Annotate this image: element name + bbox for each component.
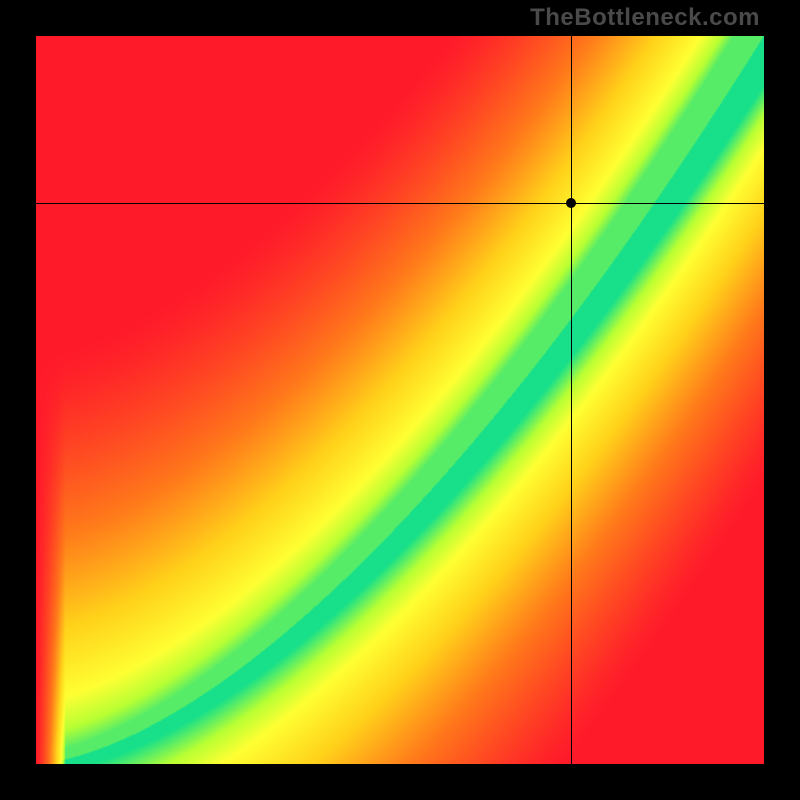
crosshair-vertical (571, 36, 572, 764)
bottleneck-heatmap (36, 36, 764, 764)
chart-frame: TheBottleneck.com (0, 0, 800, 800)
watermark-text: TheBottleneck.com (530, 4, 760, 32)
crosshair-horizontal (36, 203, 764, 204)
selection-marker (566, 198, 576, 208)
